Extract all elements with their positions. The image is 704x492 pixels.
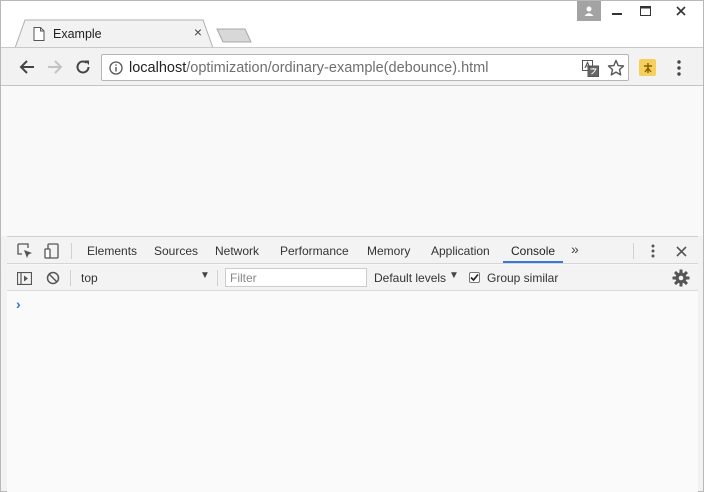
console-prompt-icon[interactable]: › — [16, 296, 21, 312]
devtools-tab-bar: Elements Sources Network Performance Mem… — [7, 237, 698, 264]
url-host: localhost — [129, 60, 187, 76]
extension-icon[interactable] — [639, 59, 656, 76]
url-path: /optimization/ordinary-example(debounce)… — [186, 60, 489, 76]
console-settings-gear-icon[interactable] — [672, 269, 690, 287]
devtools-panel: Elements Sources Network Performance Mem… — [7, 236, 698, 492]
reload-icon[interactable] — [73, 57, 93, 77]
active-tab-indicator — [503, 261, 563, 263]
maximize-icon[interactable] — [631, 1, 659, 21]
context-dropdown-icon[interactable]: ▼ — [200, 270, 210, 281]
tab-shape — [15, 19, 214, 49]
browser-tab[interactable]: Example × — [15, 19, 214, 49]
tab-application[interactable]: Application — [431, 244, 490, 258]
inspect-element-icon[interactable] — [16, 242, 34, 260]
browser-toolbar: localhost/optimization/ordinary-example(… — [1, 47, 703, 86]
group-similar-label[interactable]: Group similar — [487, 271, 558, 285]
log-levels-dropdown[interactable]: Default levels — [374, 271, 446, 285]
browser-window: Example × localhost/optimization/ordinar… — [0, 0, 704, 492]
more-tabs-icon[interactable]: » — [571, 241, 579, 257]
tab-sources[interactable]: Sources — [154, 244, 198, 258]
levels-dropdown-icon[interactable]: ▼ — [449, 270, 459, 281]
toolbar-divider — [217, 270, 218, 286]
tab-network[interactable]: Network — [215, 244, 259, 258]
bookmark-star-icon[interactable] — [607, 59, 625, 77]
tab-close-icon[interactable]: × — [191, 25, 205, 39]
tab-elements[interactable]: Elements — [87, 244, 137, 258]
address-bar[interactable]: localhost/optimization/ordinary-example(… — [101, 54, 629, 81]
toolbar-divider — [71, 243, 72, 259]
close-devtools-icon[interactable] — [672, 242, 690, 260]
group-similar-checkbox[interactable] — [469, 272, 480, 283]
toolbar-divider — [70, 270, 71, 286]
info-icon[interactable] — [109, 61, 123, 75]
translate-icon[interactable] — [582, 60, 599, 77]
minimize-icon[interactable] — [603, 1, 631, 21]
new-tab-button[interactable] — [215, 25, 253, 45]
tab-title: Example — [53, 27, 102, 41]
page-icon — [33, 27, 45, 41]
title-bar: Example × — [1, 1, 703, 49]
tab-console[interactable]: Console — [511, 244, 555, 258]
console-output[interactable]: › — [7, 292, 698, 492]
context-selector[interactable]: top — [81, 271, 98, 285]
profile-icon[interactable] — [577, 1, 601, 21]
show-sidebar-icon[interactable] — [15, 269, 33, 287]
devtools-menu-icon[interactable] — [644, 242, 662, 260]
url-text[interactable]: localhost/optimization/ordinary-example(… — [129, 60, 488, 76]
tab-performance[interactable]: Performance — [280, 244, 349, 258]
clear-console-icon[interactable] — [44, 269, 62, 287]
forward-arrow-icon[interactable] — [45, 57, 65, 77]
console-toolbar: top ▼ Default levels ▼ Group similar — [7, 265, 698, 291]
tab-memory[interactable]: Memory — [367, 244, 410, 258]
device-toolbar-icon[interactable] — [43, 242, 61, 260]
page-viewport[interactable] — [1, 86, 703, 236]
more-menu-icon[interactable] — [671, 59, 687, 77]
close-window-icon[interactable] — [659, 1, 703, 21]
back-arrow-icon[interactable] — [17, 57, 37, 77]
toolbar-divider — [633, 243, 634, 259]
filter-input[interactable] — [225, 268, 367, 287]
